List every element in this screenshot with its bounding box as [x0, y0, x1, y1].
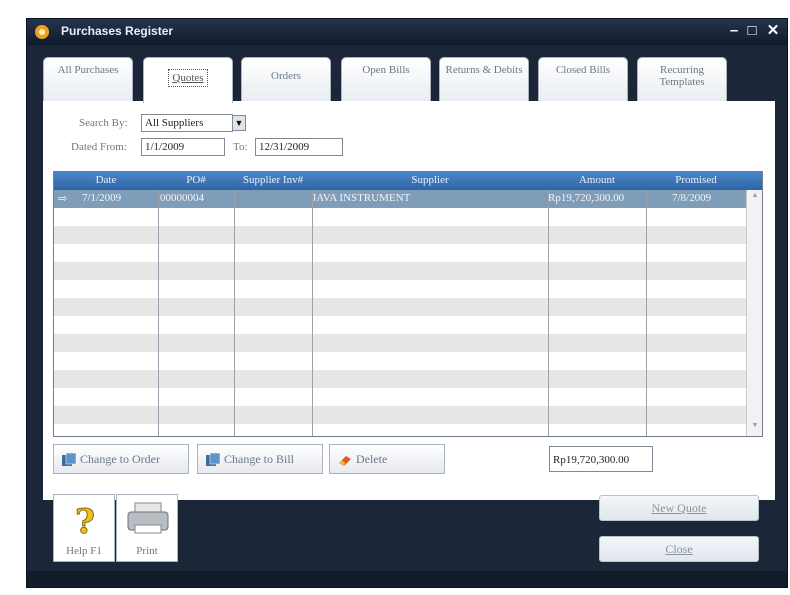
change-to-bill-label: Change to Bill	[224, 452, 294, 466]
close-button[interactable]: Close	[599, 536, 759, 562]
tab-recurring-templates[interactable]: Recurring Templates	[637, 57, 727, 101]
tab-label: Recurring Templates	[659, 64, 705, 88]
help-button[interactable]: ? Help F1	[53, 494, 115, 562]
tab-returns-debits[interactable]: Returns & Debits	[439, 57, 529, 101]
print-button[interactable]: Print	[116, 494, 178, 562]
close-label: Close	[665, 542, 693, 556]
search-by-select[interactable]: All Suppliers	[141, 114, 233, 132]
tab-quotes[interactable]: Quotes	[143, 57, 233, 103]
purchases-register-window: Purchases Register – □ ✕ All Purchases Q…	[26, 18, 788, 588]
tab-strip: All Purchases Quotes Orders Open Bills R…	[43, 57, 743, 103]
quotes-table: Date PO# Supplier Inv# Supplier Amount P…	[53, 171, 763, 437]
tab-label: Returns & Debits	[445, 64, 523, 76]
maximize-button[interactable]: □	[743, 22, 761, 40]
chevron-down-icon[interactable]: ▼	[232, 115, 246, 131]
tab-label: Open Bills	[362, 64, 410, 76]
new-quote-button[interactable]: New Quote	[599, 495, 759, 521]
dated-to-field[interactable]: 12/31/2009	[255, 138, 343, 156]
app-icon	[35, 25, 49, 39]
tab-closed-bills[interactable]: Closed Bills	[538, 57, 628, 101]
tab-label: Quotes	[168, 69, 208, 87]
cell-amount: Rp19,720,300.00	[548, 192, 625, 204]
svg-text:?: ?	[75, 502, 95, 537]
tab-label: Orders	[271, 70, 301, 82]
vertical-scrollbar[interactable]: ▲ ▼	[746, 190, 762, 436]
tab-open-bills[interactable]: Open Bills	[341, 57, 431, 101]
total-amount-field: Rp19,720,300.00	[549, 446, 653, 472]
tab-orders[interactable]: Orders	[241, 57, 331, 101]
dated-from-field[interactable]: 1/1/2009	[141, 138, 225, 156]
to-label: To:	[233, 141, 248, 153]
tab-label: Closed Bills	[555, 64, 611, 76]
column-header-supplier[interactable]: Supplier	[312, 174, 548, 186]
status-strip	[27, 571, 787, 587]
column-divider	[548, 190, 549, 436]
search-by-label: Search By:	[79, 117, 128, 129]
tab-all-purchases[interactable]: All Purchases	[43, 57, 133, 101]
column-header-supplier-inv[interactable]: Supplier Inv#	[234, 174, 312, 186]
minimize-button[interactable]: –	[725, 22, 743, 40]
window-title: Purchases Register	[61, 24, 174, 38]
close-window-button[interactable]: ✕	[764, 22, 782, 40]
column-header-promised[interactable]: Promised	[646, 174, 746, 186]
new-quote-label: New Quote	[651, 501, 707, 515]
delete-button[interactable]: Delete	[329, 444, 445, 474]
change-to-bill-button[interactable]: Change to Bill	[197, 444, 323, 474]
convert-doc-icon	[206, 453, 221, 466]
dated-from-label: Dated From:	[71, 141, 127, 153]
cell-po: 00000004	[160, 192, 204, 204]
change-to-order-label: Change to Order	[80, 452, 160, 466]
column-divider	[312, 190, 313, 436]
question-mark-icon: ?	[75, 502, 96, 538]
delete-label: Delete	[356, 452, 388, 466]
column-divider	[234, 190, 235, 436]
print-label: Print	[136, 545, 158, 557]
column-divider	[158, 190, 159, 436]
column-divider	[646, 190, 647, 436]
column-header-po[interactable]: PO#	[158, 174, 234, 186]
printer-icon	[127, 502, 169, 534]
table-header: Date PO# Supplier Inv# Supplier Amount P…	[54, 172, 762, 190]
help-label: Help F1	[66, 545, 102, 557]
column-header-amount[interactable]: Amount	[548, 174, 646, 186]
row-pointer-icon: ⇨	[58, 193, 68, 205]
tab-label: All Purchases	[57, 64, 119, 76]
change-to-order-button[interactable]: Change to Order	[53, 444, 189, 474]
column-header-date[interactable]: Date	[54, 174, 158, 186]
scroll-down-icon[interactable]: ▼	[749, 422, 761, 434]
cell-promised: 7/8/2009	[672, 192, 712, 204]
scroll-up-icon[interactable]: ▲	[749, 192, 761, 204]
cell-date: 7/1/2009	[82, 192, 122, 204]
convert-doc-icon	[62, 453, 77, 466]
cell-supplier: JAVA INSTRUMENT	[312, 192, 411, 204]
eraser-icon	[339, 456, 351, 466]
title-bar[interactable]: Purchases Register – □ ✕	[27, 19, 787, 45]
